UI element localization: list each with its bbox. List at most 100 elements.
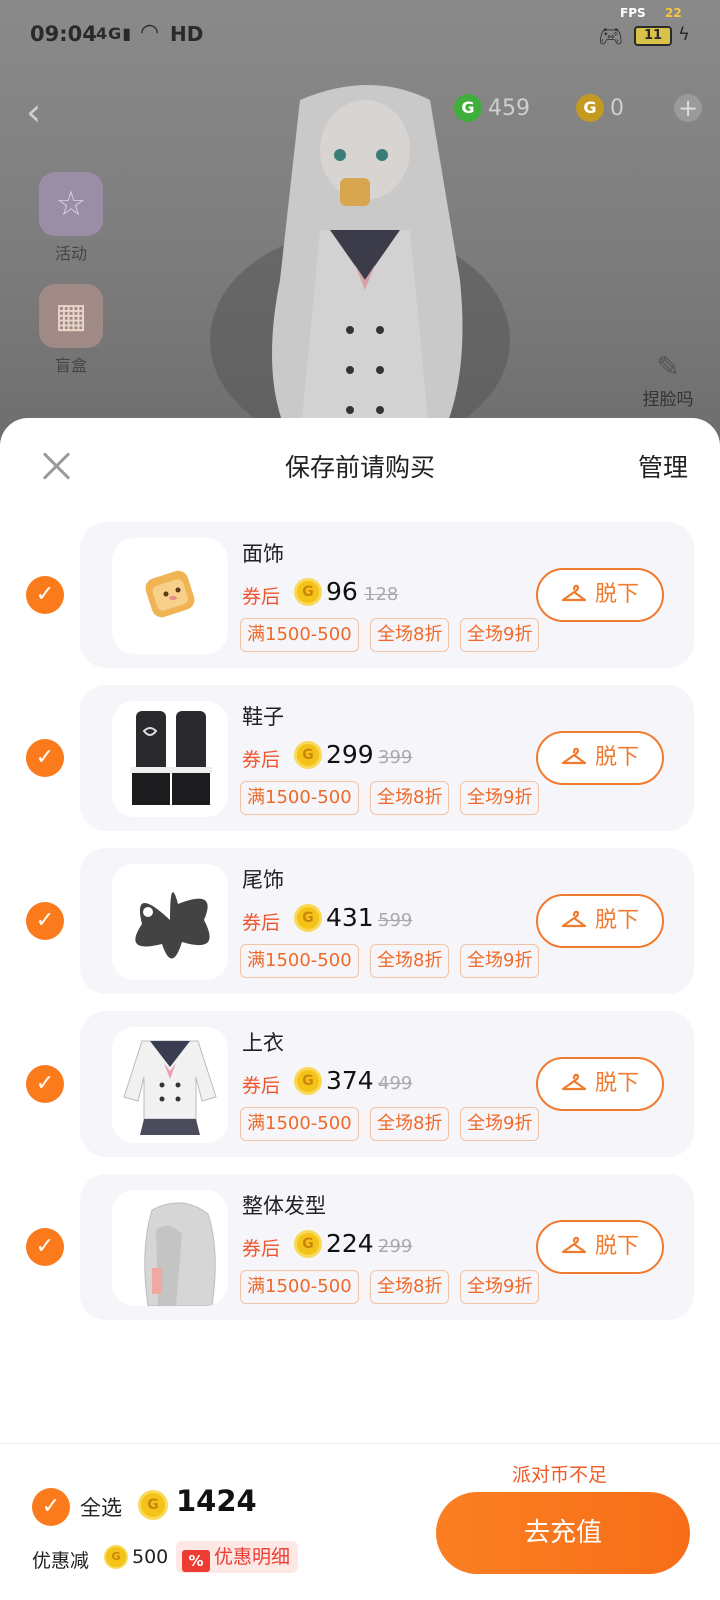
percent-icon: % — [182, 1550, 210, 1572]
item-card: 上衣 券后 G 374 499 满1500-500 全场8折 全场9折 脱下 — [80, 1011, 694, 1157]
item-checkbox[interactable]: ✓ — [26, 1228, 64, 1266]
insufficient-notice: 派对币不足 — [512, 1464, 608, 1486]
take-off-label: 脱下 — [594, 1071, 639, 1096]
item-card: 尾饰 券后 G 431 599 满1500-500 全场8折 全场9折 脱下 — [80, 848, 694, 994]
item-checkbox[interactable]: ✓ — [26, 739, 64, 777]
hanger-icon — [561, 747, 587, 765]
discount-detail-link[interactable]: % 优惠明细 — [176, 1541, 299, 1573]
side-item-blind-box[interactable]: ▦ 盲盒 — [36, 284, 106, 376]
take-off-button[interactable]: 脱下 — [536, 731, 664, 785]
coupon-label: 券后 — [242, 1075, 281, 1097]
gamepad-icon: 🎮︎ — [598, 24, 624, 48]
item-checkbox[interactable]: ✓ — [26, 902, 64, 940]
side-item-activity[interactable]: ☆ 活动 — [36, 172, 106, 264]
promo-tag: 满1500-500 — [240, 781, 359, 815]
status-time: 09:04 — [30, 22, 97, 46]
side-item-label: 活动 — [54, 244, 87, 263]
list-item: ✓ 上衣 券后 G 374 499 满1500-500 全场8折 全场9折 脱下 — [0, 1011, 720, 1174]
coupon-label: 券后 — [242, 1238, 281, 1260]
item-price: 374 — [326, 1066, 374, 1095]
item-name: 尾饰 — [242, 868, 284, 892]
edit-icon: ✎ — [656, 350, 680, 383]
item-price: 224 — [326, 1229, 374, 1258]
promo-tag: 全场9折 — [460, 1270, 540, 1304]
edit-face-button[interactable]: ✎ 捏脸吗 — [628, 350, 708, 410]
take-off-button[interactable]: 脱下 — [536, 1057, 664, 1111]
gift-box-icon: ▦ — [39, 284, 103, 348]
item-thumbnail — [112, 1027, 228, 1143]
gold-coin-balance: 0 — [610, 96, 624, 121]
take-off-button[interactable]: 脱下 — [536, 568, 664, 622]
promo-tag: 满1500-500 — [240, 618, 359, 652]
coin-icon: G — [138, 1490, 168, 1520]
take-off-label: 脱下 — [594, 582, 639, 607]
hanger-icon — [561, 1073, 587, 1091]
hanger-icon — [561, 910, 587, 928]
battery-icon: 11 — [634, 26, 672, 46]
checkout-bar: ✓ 全选 G 1424 优惠减 G 500 % 优惠明细 派对币不足 去充值 — [0, 1443, 720, 1600]
list-item: ✓ 鞋子 券后 G 299 399 满1500-500 全场8折 全场9折 脱下 — [0, 685, 720, 848]
promo-tag: 全场9折 — [460, 1107, 540, 1141]
coin-icon: G — [104, 1545, 128, 1569]
item-thumbnail — [112, 538, 228, 654]
back-arrow-icon[interactable]: ‹ — [26, 90, 41, 134]
add-currency-button[interactable]: + — [674, 94, 702, 122]
discount-label: 优惠减 — [32, 1550, 90, 1572]
promo-tag: 满1500-500 — [240, 1107, 359, 1141]
item-checkbox[interactable]: ✓ — [26, 1065, 64, 1103]
item-list: ✓ 面饰 券后 G 96 128 满1500-500 全场8折 全场9折 脱下 … — [0, 522, 720, 1345]
list-item: ✓ 整体发型 券后 G 224 299 满1500-500 全场8折 全场9折 — [0, 1174, 720, 1337]
recharge-button[interactable]: 去充值 — [436, 1492, 690, 1574]
hanger-icon — [561, 1236, 587, 1254]
promo-tag: 全场8折 — [370, 1107, 450, 1141]
promo-tag: 全场8折 — [370, 1270, 450, 1304]
manage-button[interactable]: 管理 — [638, 448, 688, 484]
item-checkbox[interactable]: ✓ — [26, 576, 64, 614]
promo-tag: 满1500-500 — [240, 944, 359, 978]
item-original-price: 399 — [378, 747, 413, 768]
item-name: 整体发型 — [242, 1194, 326, 1218]
item-name: 面饰 — [242, 542, 284, 566]
promo-tag: 全场9折 — [460, 944, 540, 978]
item-price: 96 — [326, 577, 358, 606]
network-type: 4G — [96, 24, 123, 43]
coin-icon: G — [294, 1230, 322, 1258]
promo-tag: 全场8折 — [370, 618, 450, 652]
item-original-price: 128 — [364, 584, 399, 605]
item-price: 431 — [326, 903, 374, 932]
item-thumbnail — [112, 701, 228, 817]
take-off-button[interactable]: 脱下 — [536, 1220, 664, 1274]
item-thumbnail — [112, 864, 228, 980]
list-item: ✓ 面饰 券后 G 96 128 满1500-500 全场8折 全场9折 脱下 — [0, 522, 720, 685]
take-off-label: 脱下 — [594, 908, 639, 933]
purchase-sheet: 保存前请购买 管理 ✓ 面饰 券后 G 96 128 满1500-500 全场8… — [0, 418, 720, 1600]
take-off-button[interactable]: 脱下 — [536, 894, 664, 948]
item-card: 鞋子 券后 G 299 399 满1500-500 全场8折 全场9折 脱下 — [80, 685, 694, 831]
status-bar: 09:04 4G▮ ◠ HD FPS 22 🎮︎ 11 ϟ — [0, 0, 720, 72]
fps-label: FPS — [620, 6, 646, 20]
promo-tag: 满1500-500 — [240, 1270, 359, 1304]
item-card: 面饰 券后 G 96 128 满1500-500 全场8折 全场9折 脱下 — [80, 522, 694, 668]
hd-indicator: HD — [170, 22, 204, 46]
select-all-checkbox[interactable]: ✓ — [32, 1488, 70, 1526]
item-price: 299 — [326, 740, 374, 769]
fps-value: 22 — [665, 6, 682, 20]
wifi-icon: ◠ — [140, 20, 160, 45]
sheet-title: 保存前请购买 — [284, 453, 435, 482]
avatar-scene: 09:04 4G▮ ◠ HD FPS 22 🎮︎ 11 ϟ ‹ G 459 G … — [0, 0, 720, 440]
item-name: 上衣 — [242, 1031, 284, 1055]
discount-detail-label: 优惠明细 — [214, 1546, 291, 1568]
promo-tag: 全场9折 — [460, 618, 540, 652]
select-all-label[interactable]: 全选 — [80, 1492, 122, 1522]
coin-icon: G — [294, 904, 322, 932]
promo-tag: 全场8折 — [370, 781, 450, 815]
item-original-price: 299 — [378, 1236, 413, 1257]
item-card: 整体发型 券后 G 224 299 满1500-500 全场8折 全场9折 脱下 — [80, 1174, 694, 1320]
coin-icon: G — [294, 578, 322, 606]
coupon-label: 券后 — [242, 912, 281, 934]
item-original-price: 499 — [378, 1073, 413, 1094]
coin-icon: G — [294, 741, 322, 769]
promo-tag: 全场9折 — [460, 781, 540, 815]
list-item: ✓ 尾饰 券后 G 431 599 满1500-500 全场8折 全场9折 脱下 — [0, 848, 720, 1011]
item-name: 鞋子 — [242, 705, 284, 729]
